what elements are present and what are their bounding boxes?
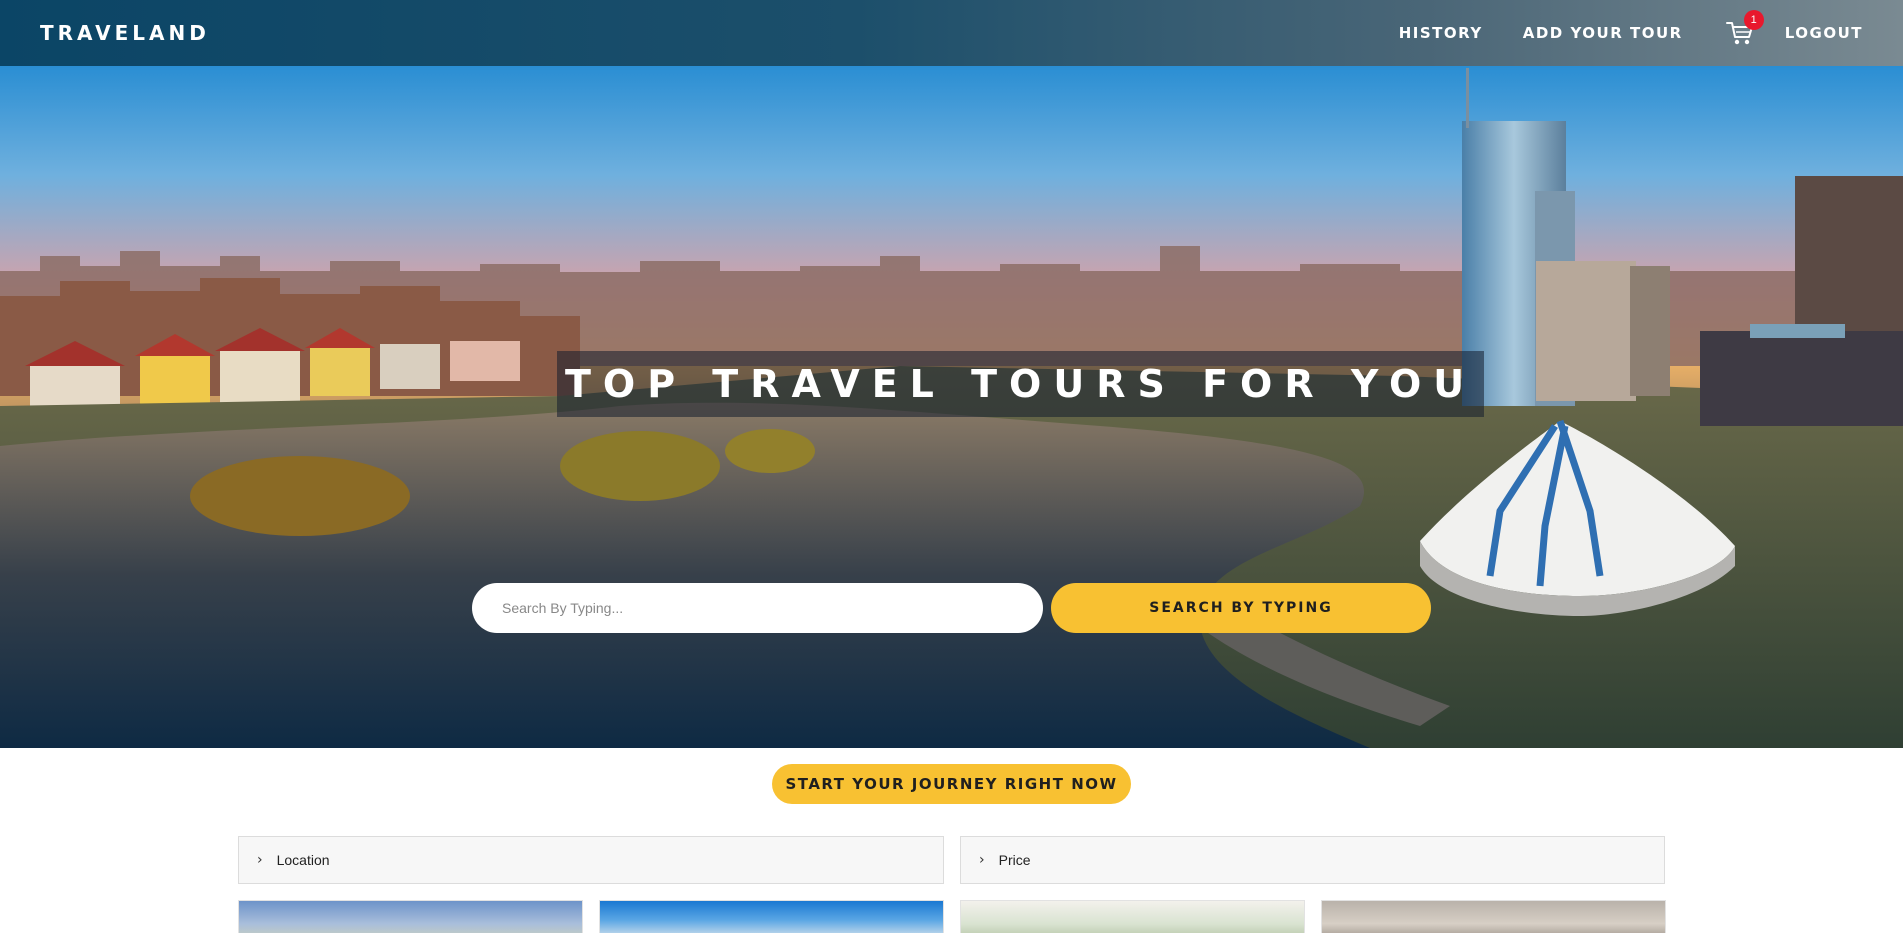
- location-filter-label: Location: [276, 852, 330, 868]
- start-journey-button[interactable]: START YOUR JOURNEY RIGHT NOW: [772, 764, 1131, 804]
- tour-card-image[interactable]: [238, 900, 583, 933]
- search-button[interactable]: SEARCH BY TYPING: [1051, 583, 1431, 633]
- search-input[interactable]: [472, 583, 1043, 633]
- tour-card-image[interactable]: [960, 900, 1305, 933]
- nav-history-link[interactable]: HISTORY: [1399, 24, 1483, 42]
- tour-card-image[interactable]: [599, 900, 944, 933]
- brand-logo[interactable]: TRAVELAND: [40, 21, 210, 45]
- price-filter-label: Price: [998, 852, 1031, 868]
- tour-cards-grid: [238, 900, 1666, 933]
- nav-links: HISTORY ADD YOUR TOUR 1 LOGOUT: [1359, 10, 1863, 48]
- cart-button[interactable]: 1: [1725, 10, 1764, 48]
- tour-card-image[interactable]: [1321, 900, 1666, 933]
- nav-logout-link[interactable]: LOGOUT: [1785, 24, 1863, 42]
- hero-title: TOP TRAVEL TOURS FOR YOU: [557, 351, 1485, 417]
- hero-banner: TOP TRAVEL TOURS FOR YOU SEARCH BY TYPIN…: [0, 66, 1903, 748]
- nav-add-tour-link[interactable]: ADD YOUR TOUR: [1523, 24, 1683, 42]
- cart-badge: 1: [1743, 10, 1764, 30]
- chevron-right-icon: ›: [257, 852, 263, 868]
- location-filter[interactable]: › Location: [238, 836, 944, 884]
- price-filter[interactable]: › Price: [960, 836, 1665, 884]
- top-navbar: TRAVELAND HISTORY ADD YOUR TOUR 1 LOGOUT: [0, 0, 1903, 66]
- chevron-right-icon: ›: [979, 852, 985, 868]
